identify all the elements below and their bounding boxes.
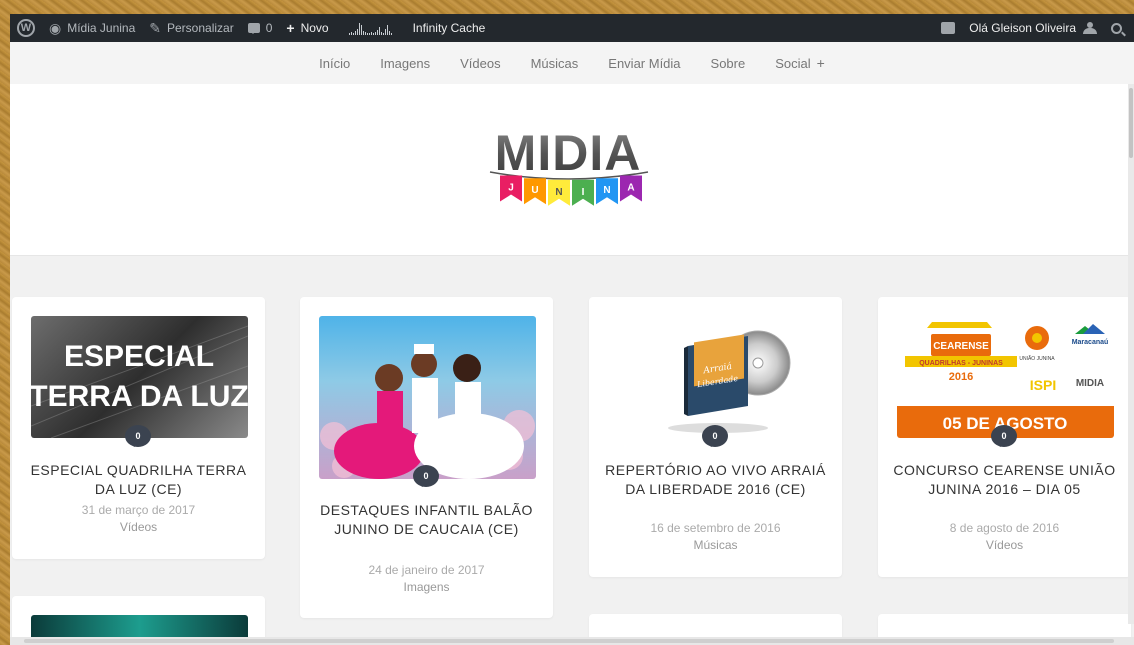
wordpress-icon: W	[17, 19, 35, 37]
site-header: MIDIA J U N I N A	[10, 84, 1134, 256]
logo-pennant-letter: N	[555, 187, 562, 198]
nav-item-sobre[interactable]: Sobre	[711, 56, 746, 71]
browser-window: W ◉ Mídia Junina ✎ Personalizar 0 + Novo…	[10, 14, 1134, 645]
post-date: 8 de agosto de 2016	[949, 521, 1060, 535]
post-category[interactable]: Imagens	[300, 580, 553, 594]
comments-link[interactable]: 0	[241, 14, 280, 42]
logo-pennant-letter: N	[603, 185, 610, 196]
post-date: 24 de janeiro de 2017	[368, 563, 485, 577]
nav-item-enviar-midia[interactable]: Enviar Mídia	[608, 56, 680, 71]
thumbnail-image: Arraiá Liberdade	[668, 330, 791, 433]
logo-pennant-letter: A	[627, 183, 634, 194]
post-card[interactable]: 0 DESTAQUES INFANTIL BALÃO JUNINO DE CAU…	[300, 297, 553, 618]
plus-icon: +	[286, 20, 295, 36]
infinity-cache-label: Infinity Cache	[412, 21, 486, 35]
comment-count-badge[interactable]: 0	[125, 425, 151, 447]
thumb-text-year: 2016	[949, 371, 973, 383]
user-greeting: Olá Gleison Oliveira	[969, 21, 1076, 35]
post-thumbnail[interactable]: Arraiá Liberdade	[608, 316, 825, 438]
thumb-text-line2: TERRA DA LUZ	[31, 380, 248, 413]
comment-count-badge[interactable]: 0	[413, 465, 439, 487]
new-content-button[interactable]: + Novo	[279, 14, 335, 42]
comments-count: 0	[265, 21, 273, 35]
site-logo[interactable]: MIDIA J U N I N A	[478, 122, 658, 212]
site-name-label: Mídia Junina	[67, 21, 136, 35]
post-thumbnail[interactable]: CEARENSE QUADRILHAS - JUNINAS 2016 UNIÃO…	[897, 316, 1114, 438]
post-title[interactable]: ESPECIAL QUADRILHA TERRA DA LUZ (CE)	[22, 461, 255, 499]
nav-item-musicas[interactable]: Músicas	[531, 56, 579, 71]
post-date: 16 de setembro de 2016	[650, 521, 781, 535]
nav-item-social[interactable]: Social +	[775, 55, 825, 71]
logo-pennant-letter: I	[582, 187, 585, 198]
vertical-scrollbar[interactable]	[1128, 84, 1134, 624]
post-title[interactable]: REPERTÓRIO AO VIVO ARRAIÁ DA LIBERDADE 2…	[599, 461, 832, 499]
brush-icon: ✎	[149, 19, 161, 36]
thumbnail-image	[320, 344, 535, 479]
logo-title: MIDIA	[495, 125, 642, 181]
post-category[interactable]: Vídeos	[878, 538, 1131, 552]
infinity-cache-link[interactable]: Infinity Cache	[406, 14, 493, 42]
post-category[interactable]: Músicas	[589, 538, 842, 552]
thumb-text-line1: ESPECIAL	[64, 340, 214, 373]
customize-label: Personalizar	[167, 21, 234, 35]
scrollbar-thumb[interactable]	[1129, 88, 1133, 158]
post-title[interactable]: DESTAQUES INFANTIL BALÃO JUNINO DE CAUCA…	[310, 501, 543, 539]
new-label: Novo	[300, 21, 329, 35]
comment-count-badge[interactable]: 0	[991, 425, 1017, 447]
nav-item-videos[interactable]: Vídeos	[460, 56, 500, 71]
post-title[interactable]: CONCURSO CEARENSE UNIÃO JUNINA 2016 – DI…	[888, 461, 1121, 499]
thumb-text-midia: MIDIA	[1076, 378, 1104, 389]
wordpress-logo-button[interactable]: W	[10, 14, 42, 42]
user-avatar-icon	[1083, 22, 1097, 34]
post-thumbnail[interactable]: ESPECIAL TERRA DA LUZ	[31, 316, 248, 438]
plus-icon: +	[816, 55, 825, 71]
thumbnail-image: ESPECIAL TERRA DA LUZ	[31, 325, 248, 438]
post-date: 31 de março de 2017	[81, 503, 196, 517]
nav-item-social-label: Social	[775, 56, 811, 71]
horizontal-scrollbar[interactable]	[10, 637, 1134, 645]
stats-sparkline[interactable]	[336, 14, 406, 42]
post-category[interactable]: Vídeos	[12, 520, 265, 534]
thumb-text-maracanau: Maracanaú	[1072, 339, 1109, 346]
main-nav: Início Imagens Vídeos Músicas Enviar Míd…	[10, 42, 1134, 84]
thumb-text-uniao: UNIÃO JUNINA	[1019, 355, 1055, 362]
nav-item-imagens[interactable]: Imagens	[380, 56, 430, 71]
logo-pennant-letter: U	[531, 185, 538, 196]
site-name-link[interactable]: ◉ Mídia Junina	[42, 14, 142, 42]
user-account-link[interactable]: Olá Gleison Oliveira	[969, 14, 1097, 42]
customize-link[interactable]: ✎ Personalizar	[142, 14, 240, 42]
dashboard-icon: ◉	[49, 19, 62, 36]
search-icon[interactable]	[1111, 22, 1122, 34]
thumb-text-ispi: ISPI	[1030, 377, 1056, 393]
post-thumbnail[interactable]	[319, 316, 536, 479]
post-card[interactable]: ESPECIAL TERRA DA LUZ 0 ESPECIAL QUADRIL…	[12, 297, 265, 559]
scrollbar-thumb[interactable]	[24, 639, 1114, 643]
post-card[interactable]: Arraiá Liberdade 0 REPERTÓRIO AO VIVO AR…	[589, 297, 842, 577]
thumb-text-quadrilhas: QUADRILHAS - JUNINAS	[919, 360, 1003, 367]
stats-sparkline-icon	[348, 21, 393, 35]
post-card[interactable]: CEARENSE QUADRILHAS - JUNINAS 2016 UNIÃO…	[878, 297, 1131, 577]
comment-icon	[247, 23, 260, 34]
logo-pennant-letter: J	[508, 183, 514, 194]
nav-item-inicio[interactable]: Início	[319, 56, 350, 71]
comment-count-badge[interactable]: 0	[702, 425, 728, 447]
screen-options-icon[interactable]	[941, 22, 956, 34]
thumb-text-cearense: CEARENSE	[933, 341, 989, 352]
admin-bar: W ◉ Mídia Junina ✎ Personalizar 0 + Novo…	[10, 14, 1134, 42]
thumbnail-image: CEARENSE QUADRILHAS - JUNINAS 2016 UNIÃO…	[897, 322, 1114, 438]
